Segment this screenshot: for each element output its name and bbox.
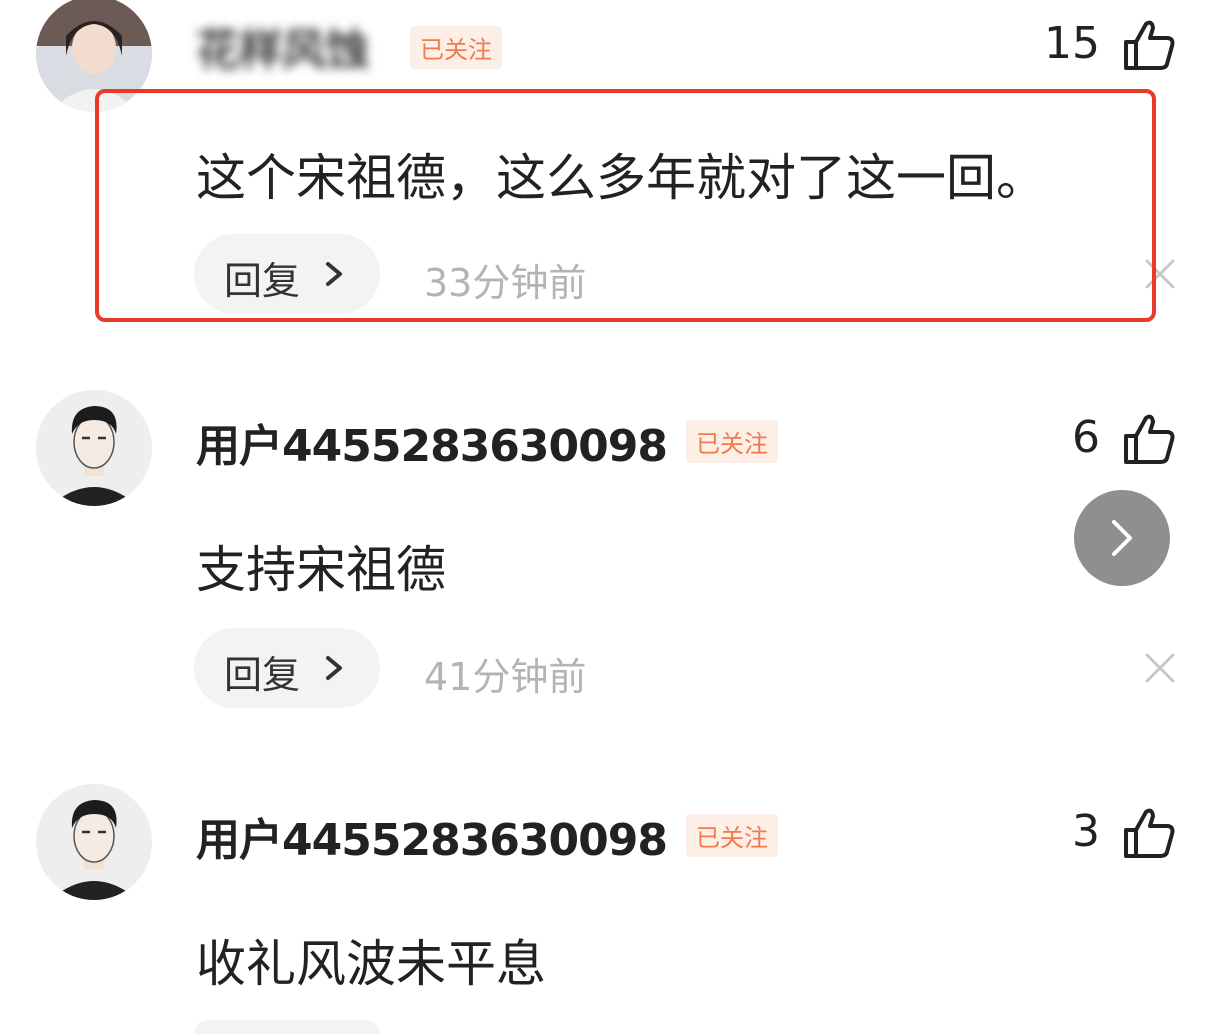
comment-text: 收礼风波未平息 [196,935,546,993]
comment-text: 支持宋祖德 [196,541,446,599]
username[interactable]: 用户4455283630098 [196,410,668,474]
reply-button[interactable] [194,1020,380,1034]
username[interactable]: 用户4455283630098 [196,804,668,868]
thumbs-up-icon[interactable] [1122,18,1176,72]
reply-label: 回复 [224,653,301,697]
chevron-right-icon [326,656,342,680]
highlight-box [95,89,1156,322]
timestamp: 41分钟前 [424,655,587,699]
user-avatar[interactable] [36,784,152,900]
username[interactable]: 花样风蚀 [196,14,369,78]
chevron-right-icon [1112,520,1132,556]
user-avatar[interactable] [36,390,152,506]
like-count: 6 [1072,412,1100,463]
thumbs-up-icon[interactable] [1122,806,1176,860]
next-button[interactable] [1074,490,1170,586]
follow-status-badge: 已关注 [686,814,778,857]
thumbs-up-icon[interactable] [1122,412,1176,466]
reply-button[interactable]: 回复 [194,628,380,708]
like-count: 3 [1072,806,1100,857]
follow-status-badge: 已关注 [686,420,778,463]
close-icon[interactable] [1144,652,1176,684]
follow-status-badge: 已关注 [410,26,502,69]
like-count: 15 [1044,18,1100,69]
